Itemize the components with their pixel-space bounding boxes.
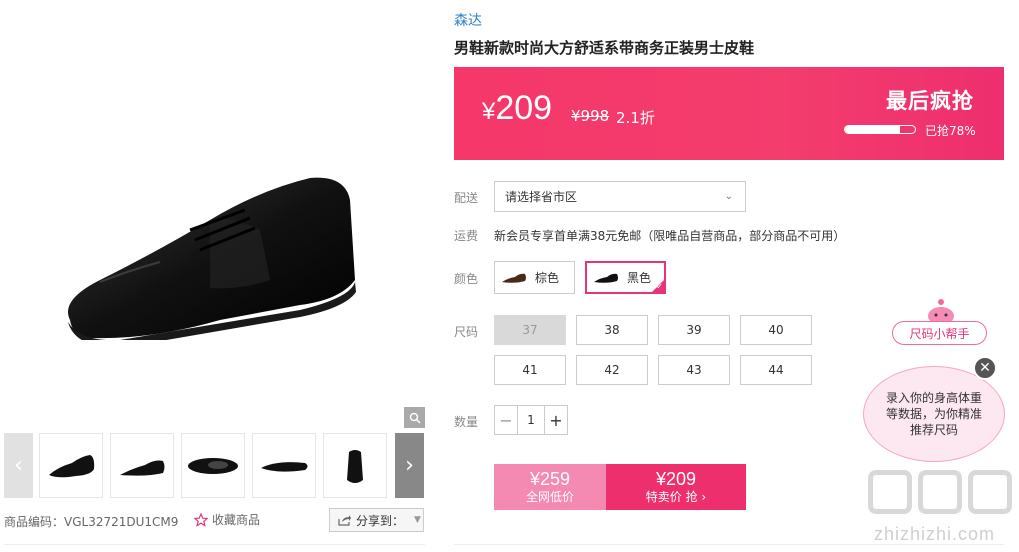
share-icon xyxy=(338,515,351,526)
product-main-image[interactable] xyxy=(0,0,426,430)
rush-progress-bar xyxy=(844,125,916,134)
shoe-thumb-image xyxy=(188,457,238,474)
thumb-prev-button[interactable]: ‹ xyxy=(4,433,33,498)
favorite-label: 收藏商品 xyxy=(212,513,261,527)
quantity-label: 数量 xyxy=(454,415,479,429)
chevron-left-icon: ‹ xyxy=(14,453,23,478)
chevron-right-icon: › xyxy=(405,453,414,478)
shoe-thumb-image xyxy=(261,461,308,472)
thumbnail-item[interactable] xyxy=(110,433,174,498)
quantity-stepper: − 1 + xyxy=(494,405,568,435)
black-shoe-swatch xyxy=(594,273,618,283)
special-price-button[interactable]: ¥209 特卖价 抢 › xyxy=(606,464,746,510)
color-option-brown[interactable]: 棕色 xyxy=(494,261,575,294)
product-title: 男鞋新款时尚大方舒适系带商务正装男士皮鞋 xyxy=(454,39,755,57)
quantity-value[interactable]: 1 xyxy=(517,406,545,434)
product-meta-row: 商品编码：VGL32721DU1CM9 收藏商品 分享到： ▼ xyxy=(4,508,425,532)
zoom-button[interactable] xyxy=(404,407,425,428)
thumb-next-button[interactable]: › xyxy=(395,433,424,498)
watermark-mark xyxy=(918,470,962,514)
watermark-url: zhizhizhi.com xyxy=(874,524,996,544)
rush-progress-text: 已抢78% xyxy=(925,124,976,138)
color-option-black[interactable]: 黑色 ✓ xyxy=(585,261,666,294)
thumbnail-item[interactable] xyxy=(39,433,103,498)
group-price-label: 全网低价 xyxy=(525,490,574,504)
quantity-decrease-button[interactable]: − xyxy=(495,406,517,434)
divider xyxy=(4,544,425,545)
chevron-down-icon: ⌄ xyxy=(724,191,733,202)
shipping-label: 运费 xyxy=(454,229,479,243)
size-option: 37 xyxy=(494,315,566,345)
thumbnail-item[interactable] xyxy=(252,433,316,498)
size-option[interactable]: 42 xyxy=(576,355,648,385)
rush-title: 最后疯抢 xyxy=(886,89,974,113)
checkmark-icon: ✓ xyxy=(656,282,663,291)
watermark-mark xyxy=(968,470,1012,514)
thumbnail-item[interactable] xyxy=(323,433,387,498)
group-price: ¥259 xyxy=(529,469,571,489)
brown-shoe-swatch xyxy=(502,273,526,283)
buy-button-group: ¥259 全网低价 ¥209 特卖价 抢 › xyxy=(494,464,746,510)
region-select-value: 请选择省市区 xyxy=(505,190,578,204)
brand-link[interactable]: 森达 xyxy=(454,10,482,30)
size-option[interactable]: 41 xyxy=(494,355,566,385)
rush-progress-fill xyxy=(845,126,900,133)
sku-code: 商品编码：VGL32721DU1CM9 xyxy=(4,515,179,529)
color-label: 颜色 xyxy=(454,272,479,286)
region-select[interactable]: 请选择省市区 ⌄ xyxy=(494,181,746,212)
favorite-button[interactable]: 收藏商品 xyxy=(194,511,260,528)
shoe-image xyxy=(68,177,356,340)
current-price-value: 209 xyxy=(495,89,553,127)
original-price: ¥998 xyxy=(571,107,610,125)
delivery-label: 配送 xyxy=(454,191,479,205)
color-option-label: 黑色 xyxy=(627,271,652,285)
share-label: 分享到： xyxy=(356,513,405,528)
watermark-mark xyxy=(868,470,912,514)
watermark-logo xyxy=(868,470,1012,514)
group-price-button[interactable]: ¥259 全网低价 xyxy=(494,464,606,510)
shoe-thumb-image xyxy=(347,449,363,483)
close-icon[interactable]: ✕ xyxy=(973,356,997,380)
size-helper-bubble[interactable]: 录入你的身高体重等数据，为你精准推荐尺码 xyxy=(863,366,1005,462)
color-option-label: 棕色 xyxy=(535,271,560,285)
share-button[interactable]: 分享到： ▼ xyxy=(329,508,424,532)
current-price: ¥209 xyxy=(482,89,552,128)
currency-symbol: ¥ xyxy=(482,98,496,125)
shoe-thumb-image xyxy=(120,460,165,476)
shipping-text: 新会员专享首单满38元免邮（限唯品自营商品，部分商品不可用） xyxy=(494,229,846,243)
star-icon xyxy=(194,512,208,527)
special-price-label: 特卖价 抢 › xyxy=(645,490,707,504)
size-option[interactable]: 40 xyxy=(740,315,812,345)
shoe-thumb-image xyxy=(49,454,95,477)
size-option[interactable]: 43 xyxy=(658,355,730,385)
quantity-increase-button[interactable]: + xyxy=(545,406,567,434)
size-label: 尺码 xyxy=(454,325,479,339)
special-price: ¥209 xyxy=(655,469,697,489)
thumbnail-item[interactable] xyxy=(181,433,245,498)
discount-label: 2.1折 xyxy=(616,109,655,127)
size-helper-button[interactable]: 尺码小帮手 xyxy=(892,321,987,345)
size-option[interactable]: 38 xyxy=(576,315,648,345)
magnifier-icon xyxy=(409,412,421,424)
caret-down-icon: ▼ xyxy=(414,515,421,525)
size-option[interactable]: 44 xyxy=(740,355,812,385)
price-banner: ¥209 ¥998 2.1折 最后疯抢 已抢78% xyxy=(454,67,1004,160)
thumbnail-strip: ‹ › xyxy=(4,433,425,498)
size-option[interactable]: 39 xyxy=(658,315,730,345)
